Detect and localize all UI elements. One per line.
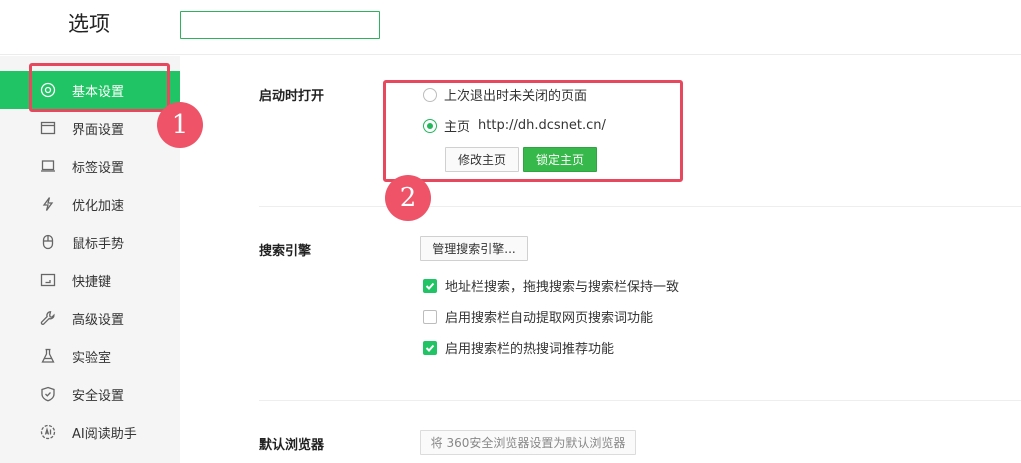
sidebar-item-mouse-gestures[interactable]: 鼠标手势 [0,223,180,261]
lock-homepage-button[interactable]: 锁定主页 [523,147,597,172]
annotation-marker-1: 1 [157,102,203,148]
startup-option-home[interactable]: 主页 http://dh.dcsnet.cn/ [423,116,606,135]
startup-option-restore[interactable]: 上次退出时未关闭的页面 [423,85,587,104]
section-divider [259,206,1021,207]
sidebar-item-label: 基本设置 [72,84,125,100]
sidebar-item-security-settings[interactable]: 安全设置 [0,375,180,413]
home-radio[interactable] [423,118,437,133]
search-option-hot-words[interactable]: 启用搜索栏的热搜词推荐功能 [423,338,614,357]
checkbox-unchecked[interactable] [423,309,437,324]
sidebar-item-label: 界面设置 [72,122,125,138]
search-option-label: 地址栏搜索，拖拽搜索与搜索栏保持一致 [445,280,680,295]
flask-icon [39,347,57,365]
sidebar-item-lab[interactable]: 实验室 [0,337,180,375]
annotation-marker-2: 2 [385,175,431,221]
sidebar-item-label: 实验室 [72,350,112,366]
sidebar-item-optimize-speed[interactable]: 优化加速 [0,185,180,223]
sidebar-item-label: 鼠标手势 [72,236,125,252]
set-default-browser-button[interactable]: 将 360安全浏览器设置为默认浏览器 [420,430,636,455]
gear-icon [39,81,57,99]
home-url: http://dh.dcsnet.cn/ [478,118,606,133]
sidebar-item-basic-settings[interactable]: 基本设置 [0,71,180,109]
search-option-extract[interactable]: 启用搜索栏自动提取网页搜索词功能 [423,307,653,326]
lightning-icon [39,195,57,213]
sidebar: 基本设置 界面设置 标签设置 优化加速 鼠标手势 快捷键 高级设置 实验室 安全… [0,56,180,463]
window-icon [39,119,57,137]
tab-icon [39,157,57,175]
wrench-icon [39,309,57,327]
sidebar-item-label: 标签设置 [72,160,125,176]
sidebar-item-interface-settings[interactable]: 界面设置 [0,109,180,147]
sidebar-item-tab-settings[interactable]: 标签设置 [0,147,180,185]
sidebar-item-ai-reader[interactable]: AI阅读助手 [0,413,180,451]
header: 选项 [0,0,1021,55]
ai-reader-icon [39,423,57,441]
sidebar-item-label: AI阅读助手 [72,426,137,442]
mouse-icon [39,233,57,251]
restore-radio[interactable] [423,87,437,102]
home-option-label: 主页 [444,120,471,135]
search-section-label: 搜索引擎 [259,244,312,259]
checkbox-checked[interactable] [423,340,437,355]
modify-homepage-button[interactable]: 修改主页 [445,147,519,172]
sidebar-item-label: 优化加速 [72,198,125,214]
shield-icon [39,385,57,403]
sidebar-item-label: 高级设置 [72,312,125,328]
search-input[interactable] [180,11,380,39]
restore-option-label: 上次退出时未关闭的页面 [444,89,588,104]
section-divider [259,400,1021,401]
page-title: 选项 [68,12,110,36]
sidebar-item-label: 安全设置 [72,388,125,404]
checkbox-checked[interactable] [423,278,437,293]
startup-section-label: 启动时打开 [259,89,325,104]
manage-search-engines-button[interactable]: 管理搜索引擎... [420,236,528,261]
sidebar-item-shortcuts[interactable]: 快捷键 [0,261,180,299]
sidebar-item-label: 快捷键 [72,274,112,290]
keyboard-icon [39,271,57,289]
search-option-label: 启用搜索栏的热搜词推荐功能 [445,342,615,357]
search-option-sync[interactable]: 地址栏搜索，拖拽搜索与搜索栏保持一致 [423,276,679,295]
search-option-label: 启用搜索栏自动提取网页搜索词功能 [445,311,654,326]
sidebar-item-advanced-settings[interactable]: 高级设置 [0,299,180,337]
default-browser-section-label: 默认浏览器 [259,438,325,453]
